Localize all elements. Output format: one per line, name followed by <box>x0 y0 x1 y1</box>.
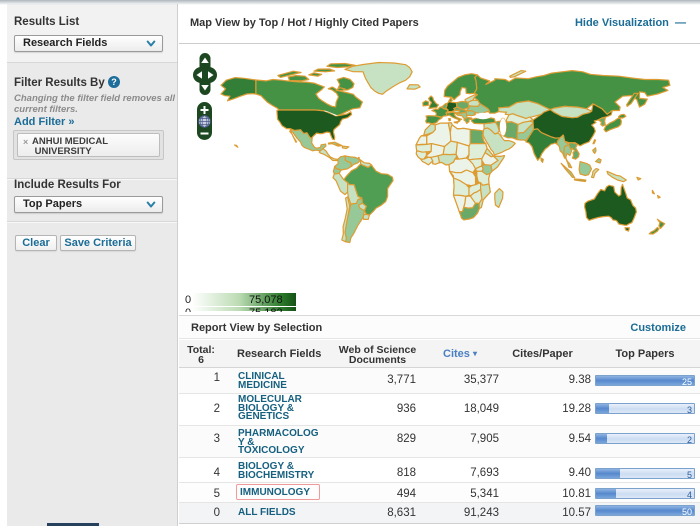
svg-text:?: ? <box>111 77 117 87</box>
